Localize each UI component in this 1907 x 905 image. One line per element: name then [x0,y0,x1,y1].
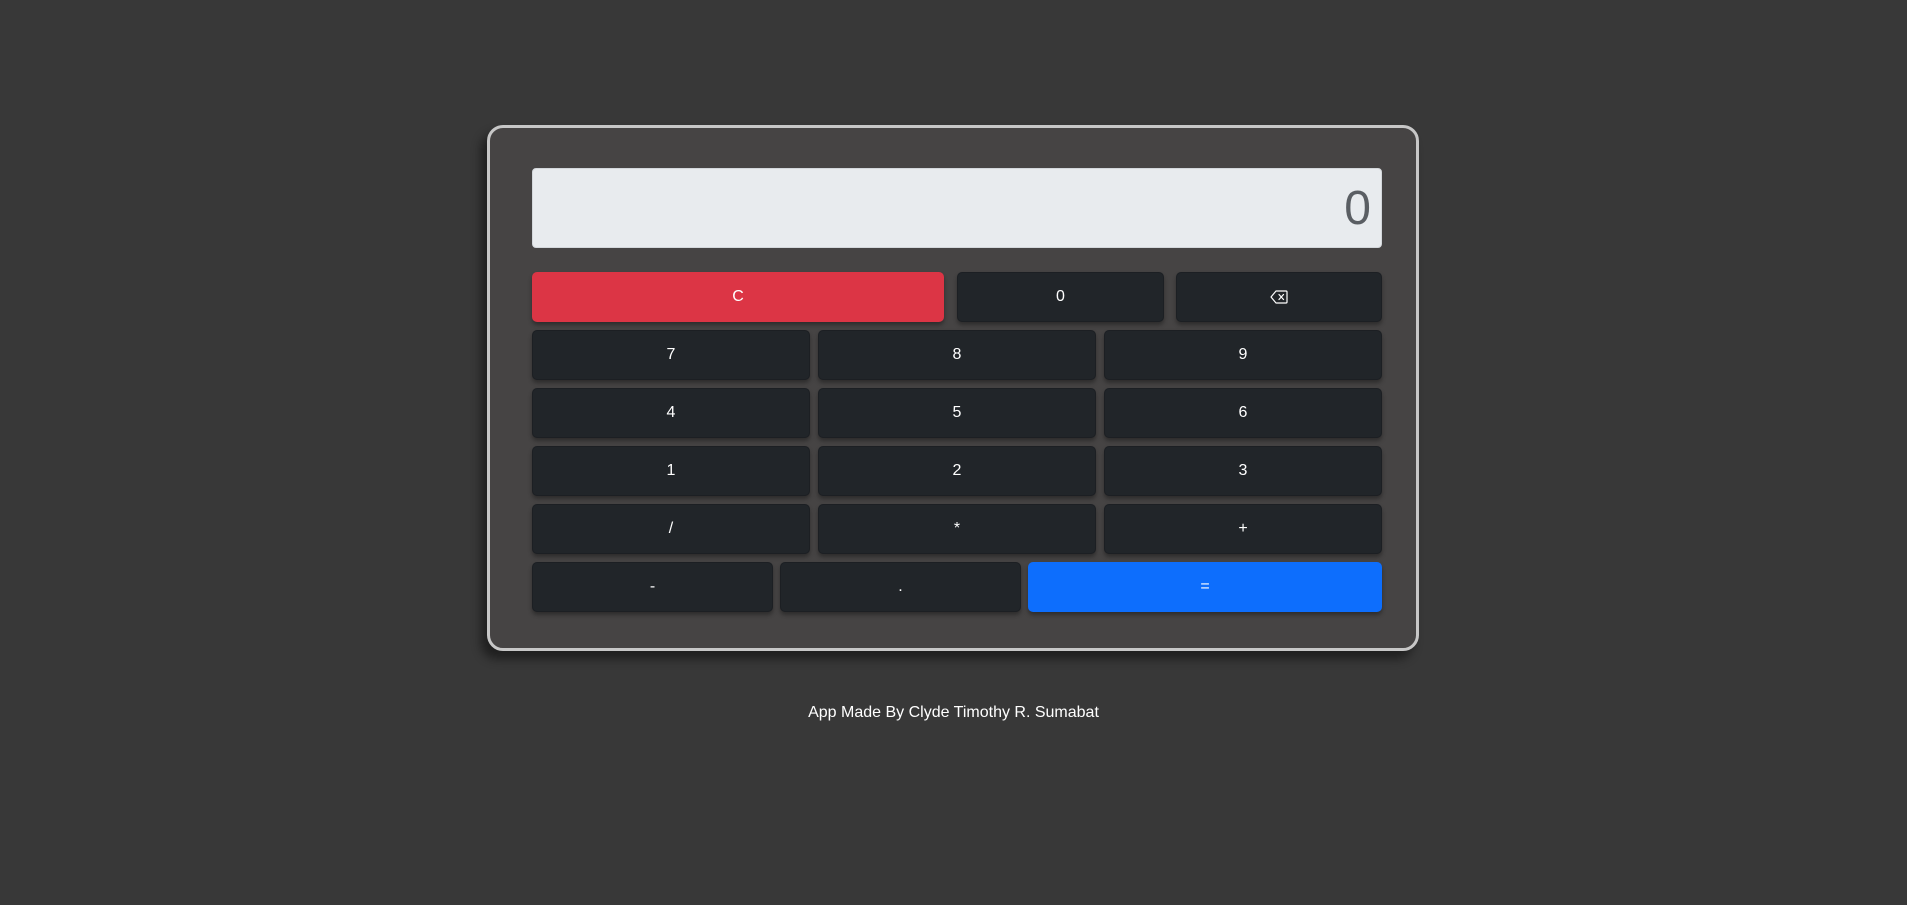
decimal-button[interactable]: . [780,562,1021,612]
equals-button[interactable]: = [1028,562,1382,612]
footer-credit: App Made By Clyde Timothy R. Sumabat [808,704,1099,721]
divide-label: / [668,520,674,537]
backspace-button[interactable] [1176,272,1382,322]
clear-button[interactable]: C [532,272,944,322]
digit-2-label: 2 [952,462,962,479]
digit-7-label: 7 [666,346,676,363]
digit-1-button[interactable]: 1 [532,446,810,496]
digit-5-label: 5 [952,404,962,421]
digit-0-label: 0 [1056,288,1065,305]
digit-4-label: 4 [666,404,676,421]
calculator-panel: 0 C 0 7 8 9 4 5 6 1 2 3 / * + - . = [487,125,1419,651]
calculator-display: 0 [532,168,1382,248]
digit-3-label: 3 [1238,462,1248,479]
backspace-icon [1270,290,1288,304]
divide-button[interactable]: / [532,504,810,554]
digit-8-button[interactable]: 8 [818,330,1096,380]
digit-0-button[interactable]: 0 [957,272,1164,322]
digit-6-label: 6 [1238,404,1248,421]
equals-label: = [1200,578,1210,595]
digit-1-label: 1 [666,462,676,479]
digit-6-button[interactable]: 6 [1104,388,1382,438]
minus-button[interactable]: - [532,562,773,612]
decimal-label: . [898,578,903,595]
digit-3-button[interactable]: 3 [1104,446,1382,496]
plus-label: + [1238,520,1248,537]
multiply-button[interactable]: * [818,504,1096,554]
digit-9-button[interactable]: 9 [1104,330,1382,380]
minus-label: - [649,578,656,595]
multiply-label: * [953,520,961,537]
clear-button-label: C [732,288,744,305]
digit-5-button[interactable]: 5 [818,388,1096,438]
digit-2-button[interactable]: 2 [818,446,1096,496]
display-value: 0 [1344,181,1371,235]
digit-7-button[interactable]: 7 [532,330,810,380]
digit-4-button[interactable]: 4 [532,388,810,438]
digit-9-label: 9 [1238,346,1248,363]
digit-8-label: 8 [952,346,962,363]
plus-button[interactable]: + [1104,504,1382,554]
